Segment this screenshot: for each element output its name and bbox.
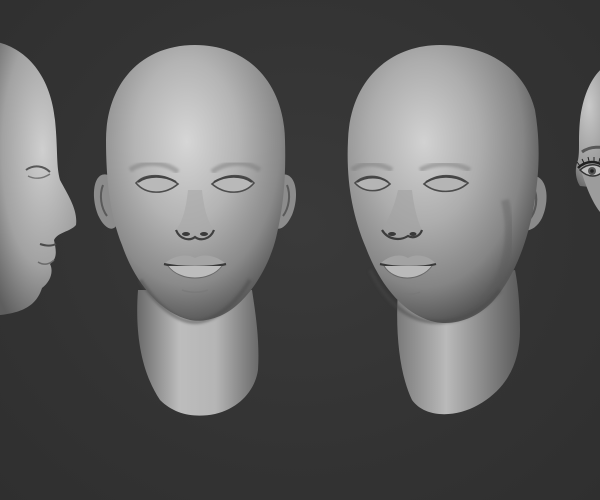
- head-front-view: [93, 45, 296, 416]
- head-left-profile: [0, 42, 77, 315]
- sculpt-viewport[interactable]: [0, 0, 600, 500]
- head-render-canvas: [0, 42, 600, 416]
- head-right-profile: [575, 70, 600, 212]
- head-three-quarter-view: [347, 45, 547, 415]
